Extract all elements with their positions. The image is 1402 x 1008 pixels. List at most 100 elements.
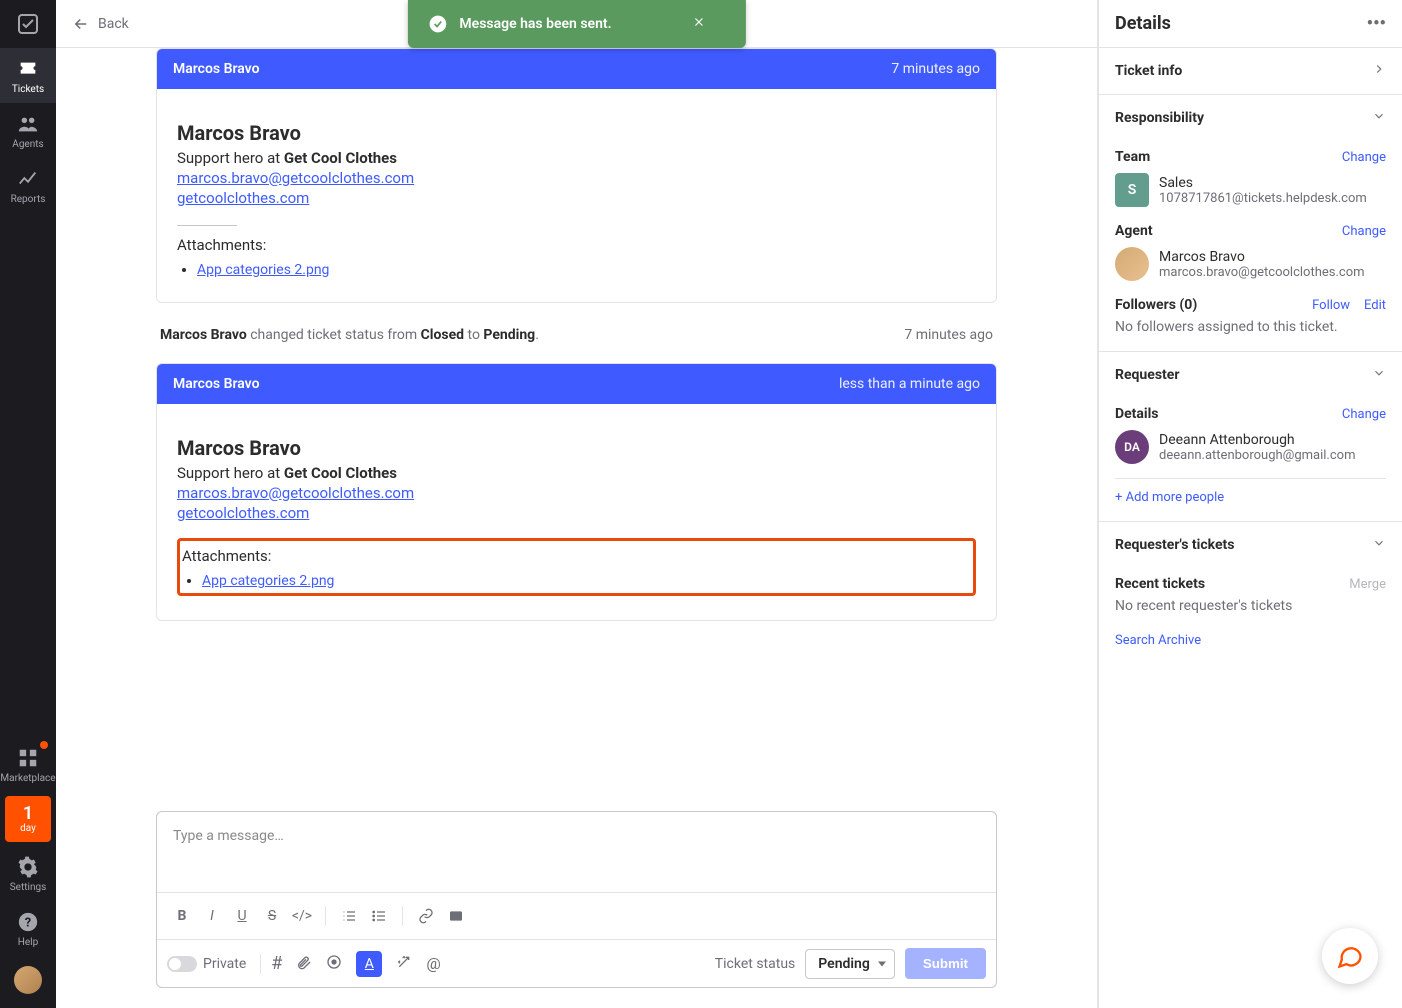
sidebar-nav: Tickets Agents Reports Marketplace 1 day… <box>0 0 56 1008</box>
text-color-button[interactable]: A <box>356 951 382 977</box>
status-change-event: Marcos Bravo changed ticket status from … <box>156 327 997 343</box>
link-button[interactable] <box>411 901 441 931</box>
section-requester[interactable]: Requester <box>1099 352 1402 398</box>
chat-fab[interactable] <box>1322 928 1378 984</box>
toast-close-button[interactable] <box>692 15 706 33</box>
nav-settings[interactable]: Settings <box>0 846 56 901</box>
check-circle-icon <box>427 14 447 34</box>
ticket-status-select[interactable]: Pending <box>805 949 895 979</box>
attachments-highlight: Attachments: App categories 2.png <box>177 538 976 596</box>
message-input[interactable]: Type a message… <box>157 812 996 892</box>
chevron-down-icon <box>1372 366 1386 384</box>
code-button[interactable]: </> <box>287 901 317 931</box>
follow-link[interactable]: Follow <box>1312 298 1350 313</box>
ticket-status-label: Ticket status <box>715 956 795 972</box>
topbar: Back T-shirt has a Message has been sent… <box>56 0 1097 48</box>
marketplace-badge-icon <box>40 741 48 749</box>
requester-change-link[interactable]: Change <box>1342 407 1386 422</box>
hashtag-button[interactable]: # <box>271 953 282 974</box>
recent-tickets-label: Recent tickets <box>1115 576 1205 592</box>
record-button[interactable] <box>326 954 342 974</box>
status-change-time: 7 minutes ago <box>904 327 993 343</box>
toast-success: Message has been sent. <box>407 0 745 48</box>
section-ticket-info[interactable]: Ticket info <box>1099 48 1402 94</box>
image-button[interactable] <box>441 901 471 931</box>
signature-email-link[interactable]: marcos.bravo@getcoolclothes.com <box>177 169 976 187</box>
nav-tickets[interactable]: Tickets <box>0 48 56 103</box>
magic-button[interactable] <box>396 954 412 974</box>
close-icon <box>692 15 706 29</box>
message-body: Marcos Bravo Support hero at Get Cool Cl… <box>157 89 996 302</box>
search-archive-link[interactable]: Search Archive <box>1115 633 1201 648</box>
message-body: Marcos Bravo Support hero at Get Cool Cl… <box>157 404 996 620</box>
agent-entry: Marcos Bravo marcos.bravo@getcoolclothes… <box>1115 247 1386 281</box>
chat-bubble-icon <box>1336 942 1364 970</box>
strike-button[interactable]: S <box>257 901 287 931</box>
attachments-label: Attachments: <box>177 236 976 254</box>
back-button[interactable]: Back <box>72 15 129 33</box>
section-responsibility[interactable]: Responsibility <box>1099 95 1402 141</box>
nav-help[interactable]: ? Help <box>0 901 56 956</box>
toast-text: Message has been sent. <box>459 16 611 32</box>
signature-role: Support hero at Get Cool Clothes <box>177 464 976 482</box>
private-toggle[interactable] <box>167 956 197 972</box>
nav-user-avatar[interactable] <box>0 956 56 1008</box>
signature-name: Marcos Bravo <box>177 121 976 145</box>
main-column: Back T-shirt has a Message has been sent… <box>56 0 1098 1008</box>
app-logo[interactable] <box>0 0 56 48</box>
attachment-button[interactable] <box>296 954 312 974</box>
team-change-link[interactable]: Change <box>1342 150 1386 165</box>
bold-button[interactable]: B <box>167 901 197 931</box>
details-header: Details ••• <box>1099 0 1402 48</box>
attachment-link[interactable]: App categories 2.png <box>202 573 334 589</box>
nav-marketplace[interactable]: Marketplace <box>0 737 56 792</box>
merge-link: Merge <box>1349 577 1386 592</box>
agent-label: Agent <box>1115 223 1153 239</box>
nav-reports[interactable]: Reports <box>0 158 56 213</box>
attachments-label: Attachments: <box>182 547 967 565</box>
private-label: Private <box>203 956 246 972</box>
signature-site-link[interactable]: getcoolclothes.com <box>177 189 976 207</box>
conversation-scroll[interactable]: Marcos Bravo 7 minutes ago Marcos Bravo … <box>56 48 1097 811</box>
recent-tickets-empty: No recent requester's tickets <box>1115 598 1386 614</box>
details-more-button[interactable]: ••• <box>1367 13 1386 34</box>
signature-role: Support hero at Get Cool Clothes <box>177 149 976 167</box>
message-time: 7 minutes ago <box>891 61 980 77</box>
message-author: Marcos Bravo <box>173 61 260 77</box>
agent-email: marcos.bravo@getcoolclothes.com <box>1159 265 1365 280</box>
signature-site-link[interactable]: getcoolclothes.com <box>177 504 976 522</box>
composer-bottombar: Private # A @ <box>157 939 996 987</box>
message-time: less than a minute ago <box>839 376 980 392</box>
agent-change-link[interactable]: Change <box>1342 224 1386 239</box>
agent-name: Marcos Bravo <box>1159 249 1365 265</box>
underline-button[interactable]: U <box>227 901 257 931</box>
message-header: Marcos Bravo less than a minute ago <box>157 364 996 404</box>
mention-button[interactable]: @ <box>426 954 440 973</box>
requester-details-label: Details <box>1115 406 1159 422</box>
attachment-link[interactable]: App categories 2.png <box>197 262 329 278</box>
signature-name: Marcos Bravo <box>177 436 976 460</box>
attachment-item: App categories 2.png <box>197 262 976 278</box>
chevron-down-icon <box>1372 109 1386 127</box>
section-requester-tickets[interactable]: Requester's tickets <box>1099 522 1402 568</box>
team-badge-icon: S <box>1115 173 1149 207</box>
message-card: Marcos Bravo 7 minutes ago Marcos Bravo … <box>156 48 997 303</box>
composer: Type a message… B I U S </> <box>156 811 997 988</box>
team-name: Sales <box>1159 175 1367 191</box>
trial-days-counter[interactable]: 1 day <box>5 796 51 842</box>
format-toolbar: B I U S </> <box>157 892 996 939</box>
add-more-people-link[interactable]: + Add more people <box>1115 490 1224 505</box>
bullet-list-button[interactable] <box>364 901 394 931</box>
chevron-right-icon <box>1372 62 1386 80</box>
team-label: Team <box>1115 149 1150 165</box>
nav-agents[interactable]: Agents <box>0 103 56 158</box>
requester-avatar-icon: DA <box>1115 430 1149 464</box>
submit-button[interactable]: Submit <box>905 948 986 979</box>
italic-button[interactable]: I <box>197 901 227 931</box>
composer-wrap: Type a message… B I U S </> <box>56 811 1097 1008</box>
edit-followers-link[interactable]: Edit <box>1364 298 1386 313</box>
numbered-list-button[interactable] <box>334 901 364 931</box>
team-entry: S Sales 1078717861@tickets.helpdesk.com <box>1115 173 1386 207</box>
signature-email-link[interactable]: marcos.bravo@getcoolclothes.com <box>177 484 976 502</box>
svg-text:?: ? <box>25 916 31 931</box>
